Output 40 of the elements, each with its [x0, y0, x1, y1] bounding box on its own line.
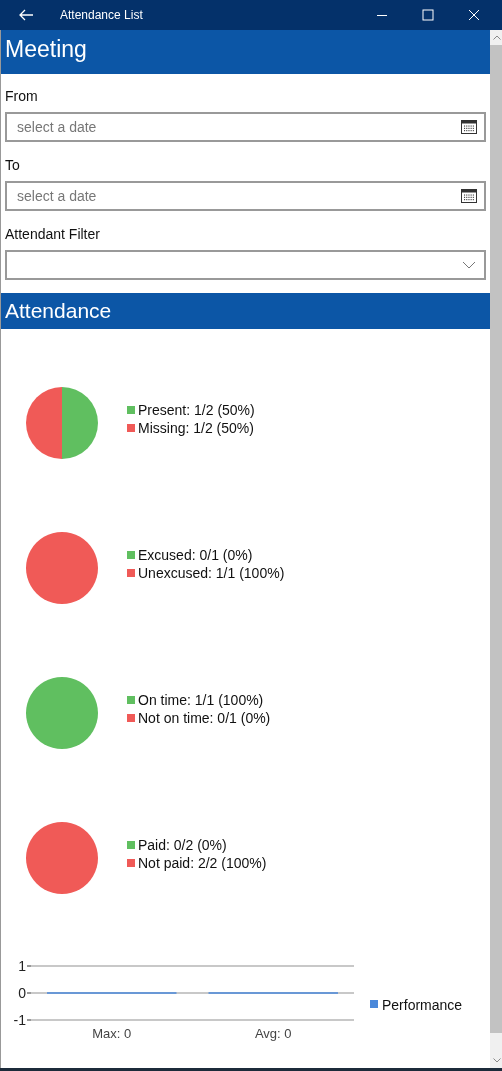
- legend-label: Unexcused: 1/1 (100%): [138, 565, 285, 581]
- axis-tick-label: 1: [18, 958, 26, 974]
- field-label: To: [5, 157, 20, 173]
- axis-tick-label: -1: [13, 1012, 26, 1028]
- legend-swatch: [370, 1000, 378, 1008]
- window-title: Attendance List: [60, 8, 143, 22]
- date-field[interactable]: select a date: [5, 181, 486, 211]
- field-label: From: [5, 88, 38, 104]
- legend-swatch: [127, 424, 135, 432]
- legend-label: On time: 1/1 (100%): [138, 692, 264, 708]
- legend-swatch: [127, 859, 135, 867]
- legend-swatch: [127, 551, 135, 559]
- field-label: Attendant Filter: [5, 226, 100, 242]
- calendar-icon[interactable]: [461, 119, 477, 134]
- scroll-down-icon[interactable]: [492, 1058, 501, 1063]
- legend-label: Present: 1/2 (50%): [138, 402, 255, 418]
- legend-label: Paid: 0/2 (0%): [138, 837, 227, 853]
- back-arrow-icon[interactable]: [18, 9, 34, 21]
- chevron-down-icon[interactable]: [462, 261, 476, 269]
- attendant-dropdown[interactable]: [5, 250, 486, 280]
- legend-label: Performance: [382, 997, 463, 1013]
- legend-swatch: [127, 841, 135, 849]
- maximize-icon[interactable]: [422, 9, 434, 21]
- legend-label: Missing: 1/2 (50%): [138, 420, 254, 436]
- section-header: Attendance: [1, 293, 490, 329]
- category-label: Avg: 0: [254, 1026, 292, 1041]
- category-label: Max: 0: [92, 1026, 132, 1041]
- legend-label: Not paid: 2/2 (100%): [138, 855, 267, 871]
- section-header: Meeting: [1, 30, 490, 74]
- legend-swatch: [127, 569, 135, 577]
- legend-label: Not on time: 0/1 (0%): [138, 710, 271, 726]
- date-field[interactable]: select a date: [5, 112, 486, 142]
- calendar-icon[interactable]: [461, 188, 477, 203]
- legend-label: Excused: 0/1 (0%): [138, 547, 253, 563]
- legend-swatch: [127, 714, 135, 722]
- scroll-up-icon[interactable]: [492, 35, 501, 40]
- legend-swatch: [127, 406, 135, 414]
- axis-tick-label: 0: [18, 985, 26, 1001]
- close-icon[interactable]: [468, 9, 480, 21]
- legend-swatch: [127, 696, 135, 704]
